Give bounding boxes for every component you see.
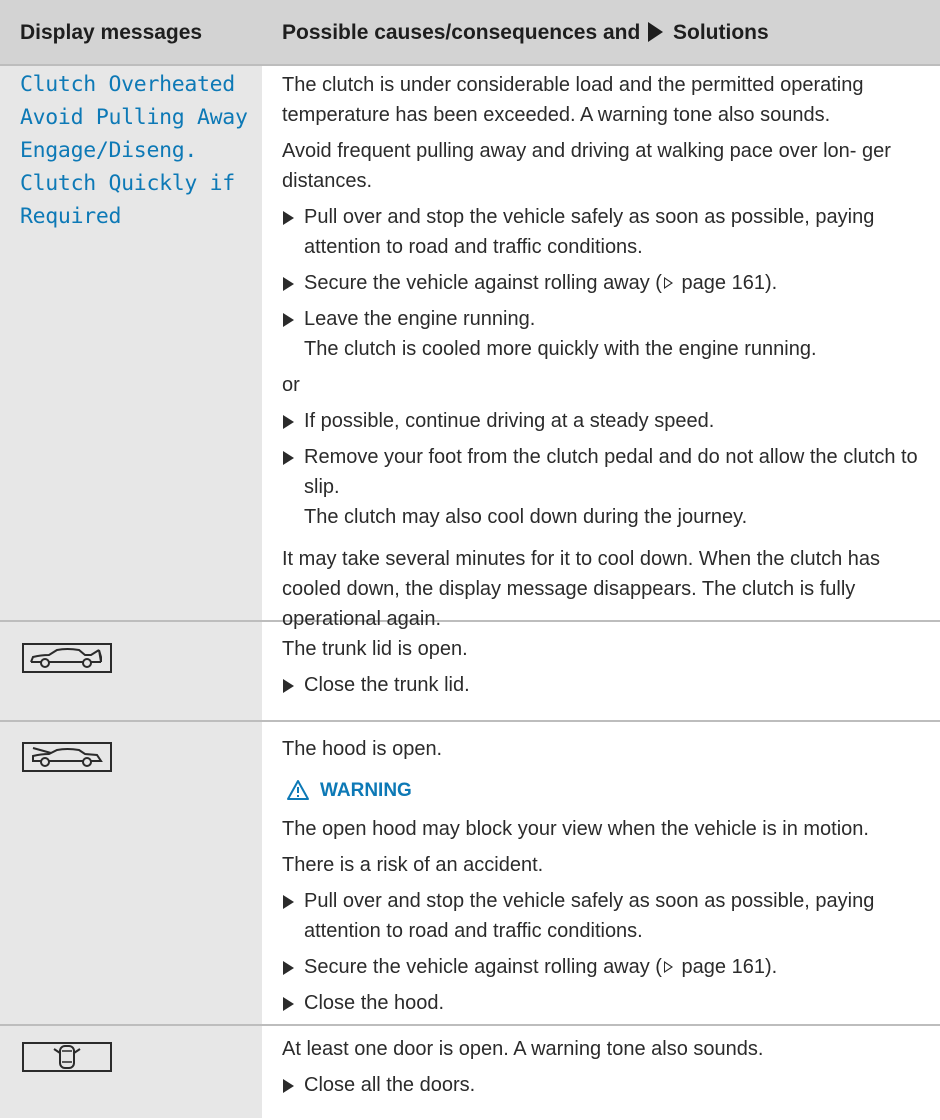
message-cell-door bbox=[0, 1026, 262, 1118]
message-line: Clutch Quickly if bbox=[20, 171, 235, 196]
step-text: If possible, continue driving at a stead… bbox=[304, 410, 715, 432]
step-text: Close the trunk lid. bbox=[304, 674, 470, 696]
solution-cell-trunk: The trunk lid is open. Close the trunk l… bbox=[262, 622, 940, 720]
header-label-display-messages: Display messages bbox=[20, 21, 203, 44]
solution-cell-clutch: The clutch is under considerable load an… bbox=[262, 66, 940, 630]
page-link[interactable]: page 161). bbox=[682, 956, 778, 978]
page-reference-icon bbox=[663, 277, 673, 289]
message-cell-hood bbox=[0, 722, 262, 1024]
solution-step: Secure the vehicle against rolling away … bbox=[282, 268, 932, 298]
door-open-icon bbox=[22, 1042, 112, 1072]
step-text: Pull over and stop the vehicle safely as… bbox=[304, 890, 875, 942]
header-causes-text: Possible causes/consequences and bbox=[282, 21, 641, 44]
trunk-open-icon bbox=[22, 643, 112, 673]
step-text: Secure the vehicle against rolling away … bbox=[304, 956, 662, 978]
step-text: Close the hood. bbox=[304, 992, 445, 1014]
door-open-svg bbox=[53, 1045, 81, 1069]
cause-text: The hood is open. bbox=[282, 738, 443, 760]
header-cell-causes: Possible causes/consequences and Solutio… bbox=[262, 0, 940, 64]
solution-cell-door: At least one door is open. A warning ton… bbox=[262, 1026, 940, 1118]
warning-triangle-icon bbox=[287, 780, 309, 800]
cause-text: It may take several minutes for it to co… bbox=[282, 548, 881, 630]
step-arrow-icon bbox=[283, 277, 294, 291]
warning-heading: WARNING bbox=[286, 776, 932, 806]
solution-step: Pull over and stop the vehicle safely as… bbox=[282, 202, 932, 262]
page-link[interactable]: page 161). bbox=[682, 272, 778, 294]
header-solutions-text: Solutions bbox=[673, 21, 769, 44]
message-line: Clutch Overheated bbox=[20, 72, 235, 97]
step-text: Leave the engine running. bbox=[304, 308, 536, 330]
solution-step: Close all the doors. bbox=[282, 1070, 932, 1100]
table-row-hood: The hood is open. WARNING The open hood … bbox=[0, 720, 940, 1024]
solution-cell-hood: The hood is open. WARNING The open hood … bbox=[262, 722, 940, 1024]
step-arrow-icon bbox=[283, 997, 294, 1011]
warning-label: WARNING bbox=[320, 780, 412, 801]
step-arrow-icon bbox=[283, 961, 294, 975]
solution-step: If possible, continue driving at a stead… bbox=[282, 406, 932, 436]
message-line: Engage/Diseng. bbox=[20, 138, 198, 163]
warning-text: The open hood may block your view when t… bbox=[282, 818, 869, 840]
hood-open-svg bbox=[32, 747, 103, 767]
solution-step: Remove your foot from the clutch pedal a… bbox=[282, 442, 932, 502]
step-arrow-icon bbox=[283, 895, 294, 909]
step-text: Secure the vehicle against rolling away … bbox=[304, 272, 662, 294]
or-text: or bbox=[282, 374, 300, 396]
solution-step: Close the hood. bbox=[282, 988, 932, 1018]
step-result-text: The clutch may also cool down during the… bbox=[304, 506, 748, 528]
step-arrow-icon bbox=[283, 679, 294, 693]
display-message-clutch: Clutch Overheated Avoid Pulling Away Eng… bbox=[0, 66, 262, 233]
solution-step: Pull over and stop the vehicle safely as… bbox=[282, 886, 932, 946]
step-arrow-icon bbox=[283, 211, 294, 225]
message-line: Required bbox=[20, 204, 122, 229]
header-cell-display-messages: Display messages bbox=[0, 0, 262, 64]
step-text: Pull over and stop the vehicle safely as… bbox=[304, 206, 875, 258]
cause-text: Avoid frequent pulling away and driving … bbox=[282, 140, 891, 192]
message-cell-clutch: Clutch Overheated Avoid Pulling Away Eng… bbox=[0, 66, 262, 620]
hood-open-icon bbox=[22, 742, 112, 772]
step-arrow-icon bbox=[283, 313, 294, 327]
cause-text: The trunk lid is open. bbox=[282, 638, 468, 660]
page-reference-icon bbox=[663, 961, 673, 973]
solution-arrow-icon bbox=[648, 22, 664, 42]
cause-text: At least one door is open. A warning ton… bbox=[282, 1038, 764, 1060]
step-arrow-icon bbox=[283, 415, 294, 429]
solution-step: Leave the engine running. bbox=[282, 304, 932, 334]
table-header: Display messages Possible causes/consequ… bbox=[0, 0, 940, 66]
step-text: Close all the doors. bbox=[304, 1074, 476, 1096]
message-line: Avoid Pulling Away bbox=[20, 105, 248, 130]
warning-text: There is a risk of an accident. bbox=[282, 854, 544, 876]
solution-step: Secure the vehicle against rolling away … bbox=[282, 952, 932, 982]
step-arrow-icon bbox=[283, 1079, 294, 1093]
table-row-door: At least one door is open. A warning ton… bbox=[0, 1024, 940, 1118]
table-row-trunk: The trunk lid is open. Close the trunk l… bbox=[0, 620, 940, 720]
display-messages-table: Display messages Possible causes/consequ… bbox=[0, 0, 940, 1118]
cause-text: The clutch is under considerable load an… bbox=[282, 74, 864, 126]
solution-step: Close the trunk lid. bbox=[282, 670, 932, 700]
step-arrow-icon bbox=[283, 451, 294, 465]
step-text: Remove your foot from the clutch pedal a… bbox=[304, 446, 918, 498]
header-label-causes: Possible causes/consequences and Solutio… bbox=[282, 0, 932, 66]
message-cell-trunk bbox=[0, 622, 262, 720]
trunk-open-svg bbox=[30, 648, 102, 668]
step-result-text: The clutch is cooled more quickly with t… bbox=[304, 338, 817, 360]
table-row-clutch: Clutch Overheated Avoid Pulling Away Eng… bbox=[0, 66, 940, 630]
